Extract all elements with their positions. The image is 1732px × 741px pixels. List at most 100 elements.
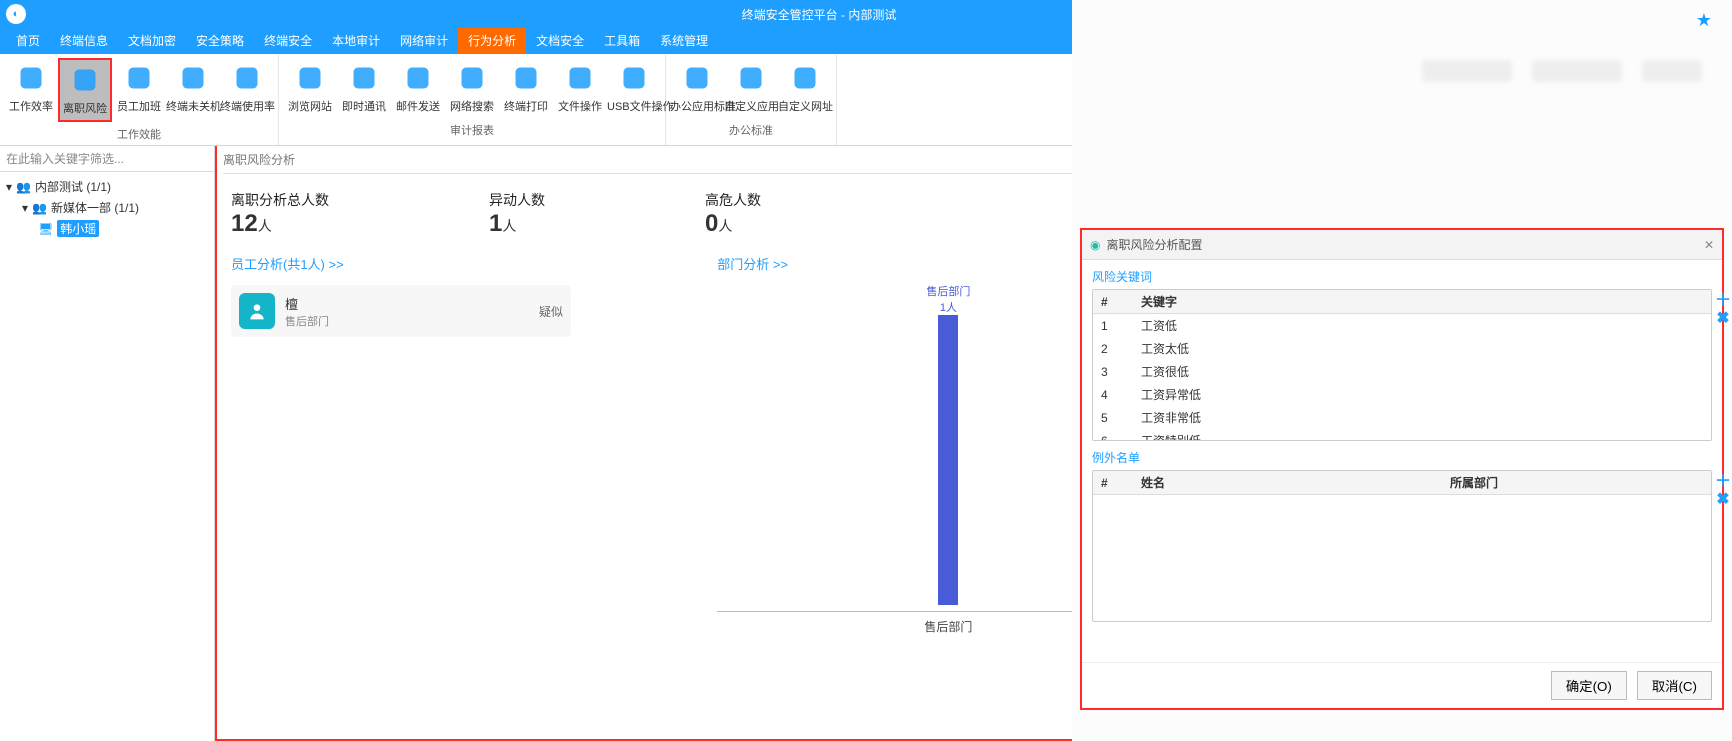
ribbon-item[interactable]: 终端使用率 — [220, 58, 274, 122]
person-alert-icon — [69, 64, 101, 96]
monitor-clock-icon — [177, 62, 209, 94]
chevron-down-icon: ▾ — [22, 201, 28, 215]
menu-tab[interactable]: 文档加密 — [118, 28, 186, 54]
metric-value: 0人 — [705, 210, 761, 238]
avatar — [239, 293, 275, 329]
ribbon-item[interactable]: 工作效率 — [4, 58, 58, 122]
ribbon-group-label: 办公标准 — [670, 118, 832, 142]
tree-label: 韩小瑶 — [57, 220, 99, 237]
ribbon-item[interactable]: 即时通讯 — [337, 58, 391, 118]
ribbon-label: 终端使用率 — [220, 98, 274, 114]
employee-analysis-link[interactable]: 员工分析(共1人) >> — [231, 254, 344, 273]
menu-tab[interactable]: 安全策略 — [186, 28, 254, 54]
table-row[interactable]: 2工资太低 — [1093, 337, 1711, 360]
ribbon-label: 自定义网址 — [778, 98, 832, 114]
menu-tab[interactable]: 系统管理 — [650, 28, 718, 54]
remove-keyword-button[interactable]: ✖ — [1715, 310, 1731, 326]
employee-dept: 售后部门 — [285, 313, 329, 329]
metric-label: 高危人数 — [705, 190, 761, 210]
usb-icon — [618, 62, 650, 94]
ribbon-item[interactable]: 邮件发送 — [391, 58, 445, 118]
table-row[interactable]: 5工资非常低 — [1093, 406, 1711, 429]
cell-index: 4 — [1093, 383, 1133, 406]
blurred-pill — [1642, 60, 1702, 82]
ribbon-label: 工作效率 — [4, 98, 58, 114]
mail-icon — [402, 62, 434, 94]
blurred-pill — [1422, 60, 1512, 82]
person-clock-icon — [123, 62, 155, 94]
menu-tab[interactable]: 终端安全 — [254, 28, 322, 54]
ribbon-item[interactable]: 浏览网站 — [283, 58, 337, 118]
cell-index: 6 — [1093, 429, 1133, 440]
employee-card[interactable]: 檀 售后部门 疑似 — [231, 285, 571, 337]
file-icon — [564, 62, 596, 94]
metric-label: 异动人数 — [489, 190, 545, 210]
ribbon-item[interactable]: 离职风险 — [58, 58, 112, 122]
ribbon-item[interactable]: 自定义应用 — [724, 58, 778, 118]
panel-title: 离职风险分析 — [223, 151, 295, 168]
ribbon-item[interactable]: USB文件操作 — [607, 58, 661, 118]
menu-tab[interactable]: 文档安全 — [526, 28, 594, 54]
left-tree-panel: 在此输入关键字筛选... ▾ 👥 内部测试 (1/1) ▾ 👥 新媒体一部 (1… — [0, 146, 215, 741]
pie-chart-icon — [231, 62, 263, 94]
phone-icon — [348, 62, 380, 94]
col-keyword: 关键字 — [1133, 290, 1711, 314]
menu-tab[interactable]: 本地审计 — [322, 28, 390, 54]
ribbon-item[interactable]: 自定义网址 — [778, 58, 832, 118]
menu-tab[interactable]: 行为分析 — [458, 28, 526, 54]
exclusion-section-label: 例外名单 — [1082, 441, 1722, 470]
org-icon: 👥 — [16, 180, 31, 194]
ribbon-label: 即时通讯 — [337, 98, 391, 114]
cell-keyword: 工资很低 — [1133, 360, 1711, 383]
person-search-icon — [681, 62, 713, 94]
extension-icon[interactable]: ★ — [1696, 10, 1712, 31]
menu-tab[interactable]: 终端信息 — [50, 28, 118, 54]
menu-tab[interactable]: 网络审计 — [390, 28, 458, 54]
cancel-button[interactable]: 取消(C) — [1637, 671, 1712, 700]
metric-value: 12人 — [231, 210, 329, 238]
ribbon-label: 员工加班 — [112, 98, 166, 114]
ok-button[interactable]: 确定(O) — [1551, 671, 1627, 700]
ribbon-item[interactable]: 员工加班 — [112, 58, 166, 122]
employee-status: 疑似 — [539, 303, 563, 320]
cell-keyword: 工资低 — [1133, 314, 1711, 338]
ribbon-item[interactable]: 办公应用标准 — [670, 58, 724, 118]
printer-icon — [510, 62, 542, 94]
bar-item: 售后部门 1人 — [938, 315, 958, 605]
ribbon-item[interactable]: 终端打印 — [499, 58, 553, 118]
bar-count-label: 1人 — [888, 299, 1008, 315]
globe-search-icon — [456, 62, 488, 94]
metric-label: 离职分析总人数 — [231, 190, 329, 210]
cell-keyword: 工资太低 — [1133, 337, 1711, 360]
metric-card: 离职分析总人数12人 — [231, 190, 329, 238]
table-row[interactable]: 1工资低 — [1093, 314, 1711, 338]
ribbon-item[interactable]: 网络搜索 — [445, 58, 499, 118]
ribbon-label: 邮件发送 — [391, 98, 445, 114]
metric-card: 高危人数0人 — [705, 190, 761, 238]
bar-chart-icon — [15, 62, 47, 94]
col-index: # — [1093, 471, 1133, 495]
tree-node-group[interactable]: ▾ 👥 新媒体一部 (1/1) — [22, 197, 208, 218]
col-index: # — [1093, 290, 1133, 314]
add-exclusion-button[interactable]: ＋ — [1715, 471, 1731, 487]
globe-gear-icon — [789, 62, 821, 94]
menu-tab[interactable]: 首页 — [6, 28, 50, 54]
risk-config-dialog: ◉ 离职风险分析配置 ✕ 风险关键词 ＋ ✖ # 关键字 1工资低2工资太低3工… — [1080, 228, 1724, 710]
cell-keyword: 工资非常低 — [1133, 406, 1711, 429]
department-analysis-link[interactable]: 部门分析 >> — [717, 254, 788, 273]
ribbon-item[interactable]: 文件操作 — [553, 58, 607, 118]
table-row[interactable]: 3工资很低 — [1093, 360, 1711, 383]
ribbon-group-label: 审计报表 — [283, 118, 661, 142]
tree-node-root[interactable]: ▾ 👥 内部测试 (1/1) — [6, 176, 208, 197]
tree-filter-input[interactable]: 在此输入关键字筛选... — [0, 146, 214, 172]
table-row[interactable]: 6工资特别低 — [1093, 429, 1711, 440]
ribbon-item[interactable]: 终端未关机 — [166, 58, 220, 122]
menu-tab[interactable]: 工具箱 — [594, 28, 650, 54]
table-row[interactable]: 4工资异常低 — [1093, 383, 1711, 406]
dialog-close[interactable]: ✕ — [1704, 238, 1714, 252]
tree-node-user[interactable]: 🖥 韩小瑶 — [38, 218, 208, 239]
remove-exclusion-button[interactable]: ✖ — [1715, 491, 1731, 507]
add-keyword-button[interactable]: ＋ — [1715, 290, 1731, 306]
group-icon: 👥 — [32, 201, 47, 215]
monitor-icon: 🖥 — [38, 222, 53, 236]
